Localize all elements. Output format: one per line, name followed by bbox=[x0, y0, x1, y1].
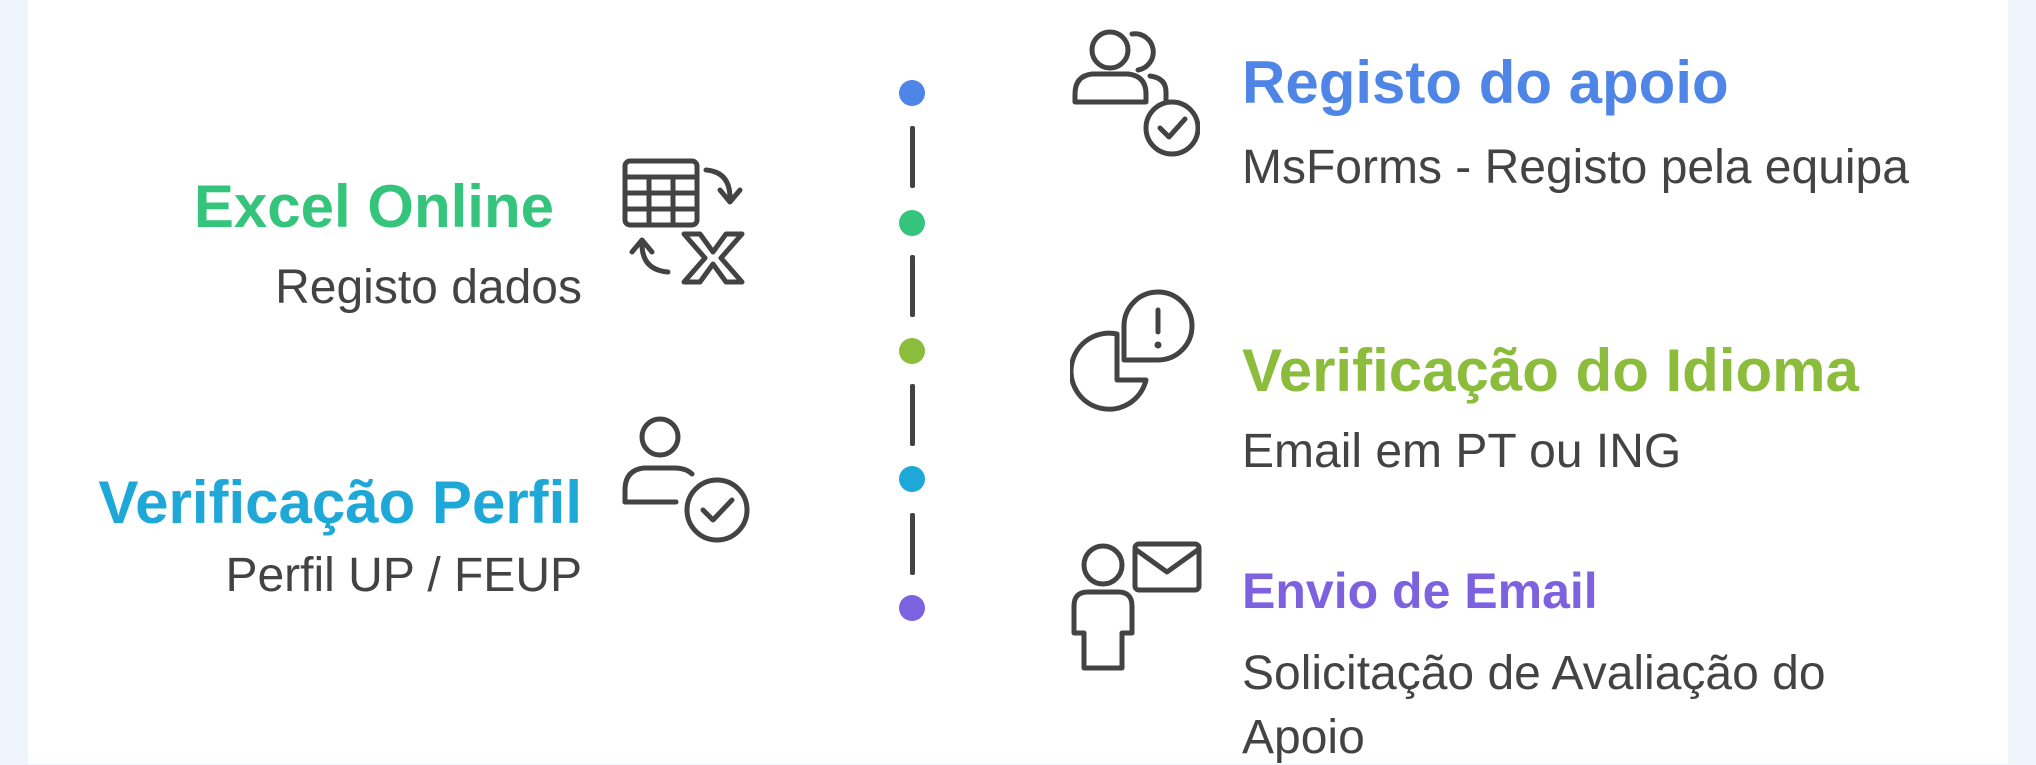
step-description: Registo dados bbox=[275, 261, 582, 314]
step-description-line-1: Solicitação de Avaliação do bbox=[1242, 647, 1826, 700]
pie-alert-icon bbox=[1070, 284, 1204, 418]
timeline-connector-2 bbox=[910, 255, 915, 317]
step-description: MsForms - Registo pela equipa bbox=[1242, 141, 1909, 194]
timeline-connector-4 bbox=[910, 513, 915, 575]
step-title: Verificação Perfil bbox=[98, 469, 582, 536]
step-title: Verificação do Idioma bbox=[1242, 337, 1859, 404]
timeline-dot-3 bbox=[899, 338, 925, 364]
step-title: Excel Online bbox=[193, 173, 554, 240]
step-title: Registo do apoio bbox=[1242, 49, 1729, 116]
user-check-icon bbox=[620, 412, 754, 546]
step-description-line-2: Apoio bbox=[1242, 711, 1365, 764]
users-check-icon bbox=[1070, 26, 1200, 160]
timeline-dot-2 bbox=[899, 210, 925, 236]
timeline-dot-4 bbox=[899, 466, 925, 492]
timeline-dot-5 bbox=[899, 595, 925, 621]
timeline-dot-1 bbox=[899, 80, 925, 106]
step-description: Email em PT ou ING bbox=[1242, 425, 1682, 478]
timeline-connector-3 bbox=[910, 384, 915, 446]
step-title: Envio de Email bbox=[1242, 563, 1598, 619]
step-description: Perfil UP / FEUP bbox=[225, 549, 582, 602]
spreadsheet-exchange-icon bbox=[620, 154, 754, 288]
process-diagram: Registo do apoio MsForms - Registo pela … bbox=[28, 0, 2008, 764]
timeline-connector-1 bbox=[910, 126, 915, 188]
user-mail-icon bbox=[1070, 540, 1204, 674]
